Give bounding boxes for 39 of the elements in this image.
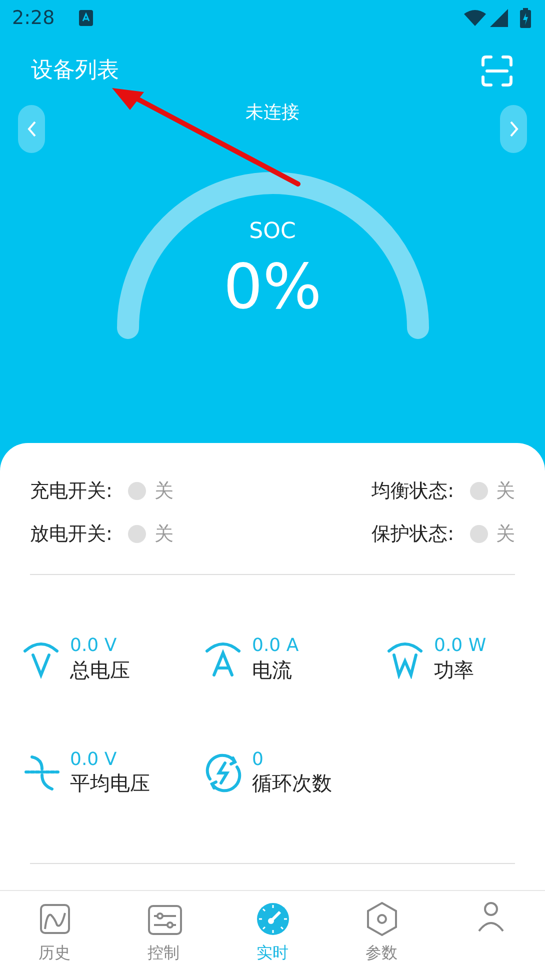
metric-label: 平均电压	[70, 770, 150, 796]
device-list-link[interactable]: 设备列表	[31, 54, 119, 87]
next-button[interactable]	[500, 105, 527, 153]
wifi-icon	[464, 10, 486, 26]
metric-label: 功率	[434, 656, 475, 683]
status-time: 2:28	[12, 6, 55, 31]
realtime-icon	[254, 900, 290, 936]
average-icon	[22, 752, 62, 793]
switch-state: 关	[496, 479, 515, 504]
nav-tab[interactable]: 参数	[346, 900, 416, 964]
switch-state: 关	[154, 479, 174, 504]
chevron-right-icon	[508, 120, 518, 138]
nav-tab[interactable]: 历史	[20, 900, 90, 964]
switch-state: 关	[496, 522, 515, 546]
battery-icon	[520, 8, 531, 28]
metric-value: 0.0 A	[252, 635, 299, 657]
chevron-left-icon	[26, 120, 36, 138]
gauge-label: SOC	[248, 218, 297, 246]
nav-tab[interactable]: 实时	[238, 900, 308, 964]
switch-label: 均衡状态:	[372, 479, 454, 504]
metric-label: 循环次数	[252, 770, 332, 796]
keyboard-icon	[78, 10, 93, 26]
gauge-value: 0%	[222, 253, 323, 322]
metric-label: 电流	[252, 656, 293, 683]
scan-icon[interactable]	[481, 54, 513, 86]
metric-value: 0.0 V	[70, 748, 118, 770]
nav-tab[interactable]: 控制	[128, 900, 198, 964]
switch-label: 充电开关:	[30, 479, 112, 504]
switch-label: 保护状态:	[372, 522, 454, 546]
signal-icon	[490, 9, 508, 27]
metric-label: 总电压	[70, 656, 130, 683]
metric-value: 0.0 W	[434, 635, 486, 657]
switch-state: 关	[154, 522, 174, 546]
metric-value: 0	[252, 748, 264, 770]
cycles-icon	[204, 752, 244, 793]
previous-button[interactable]	[18, 105, 45, 153]
switch-label: 放电开关:	[30, 522, 112, 546]
connection-status: 未连接	[246, 100, 300, 124]
metric-value: 0.0 V	[70, 635, 118, 657]
